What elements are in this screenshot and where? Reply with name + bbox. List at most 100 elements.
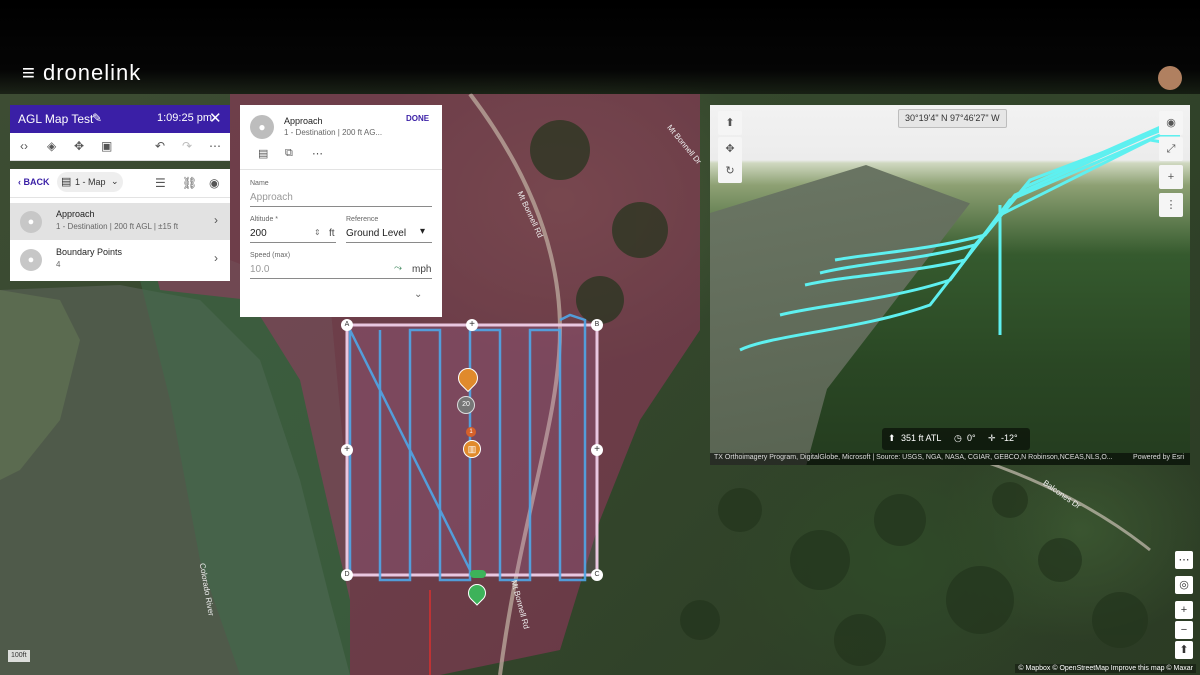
visibility-off-icon[interactable]: ◉ bbox=[1159, 111, 1183, 135]
speed-field[interactable]: 10.0 bbox=[250, 264, 269, 275]
layers-icon[interactable]: ◈ bbox=[47, 139, 56, 153]
more-icon[interactable]: ⋯ bbox=[209, 139, 221, 153]
speed-toggle-icon[interactable]: ⤳ bbox=[394, 263, 402, 274]
altitude-icon: ⬆ bbox=[888, 433, 896, 443]
redo-icon[interactable]: ↷ bbox=[182, 139, 192, 153]
speed-unit: mph bbox=[412, 264, 432, 275]
location-pin-icon: ● bbox=[20, 249, 42, 271]
app-logo: ≡ dronelink bbox=[22, 60, 141, 86]
speed-label: Speed (max) bbox=[250, 252, 291, 259]
telemetry-hud: ⬆ 351 ft ATL ◷ 0° ✛ -12° bbox=[882, 428, 1030, 450]
map-select-value: 1 - Map bbox=[75, 177, 106, 187]
stepper-icon[interactable]: ⇕ bbox=[314, 228, 321, 237]
flight-path-3d bbox=[739, 123, 1181, 352]
undo-icon[interactable]: ↶ bbox=[155, 139, 165, 153]
divider bbox=[346, 242, 432, 243]
corner-d-handle[interactable]: D bbox=[341, 569, 353, 581]
chevron-right-icon: › bbox=[214, 251, 218, 265]
altitude-readout: 351 ft ATL bbox=[901, 433, 942, 443]
divider bbox=[250, 242, 336, 243]
corner-c-handle[interactable]: C bbox=[591, 569, 603, 581]
mission-time: 1:09:25 pm bbox=[157, 112, 213, 124]
attribution-bar: TX Orthoimagery Program, DigitalGlobe, M… bbox=[710, 453, 1190, 465]
zoom-in-icon[interactable]: + bbox=[1175, 601, 1193, 619]
brand-name: dronelink bbox=[42, 60, 142, 85]
dropdown-arrow-icon[interactable]: ▾ bbox=[420, 226, 425, 237]
more-icon[interactable]: ⋯ bbox=[312, 147, 323, 160]
list-item-approach[interactable]: ● Approach 1 - Destination | 200 ft AGL … bbox=[10, 203, 230, 240]
back-button[interactable]: ‹ BACK bbox=[18, 177, 50, 187]
pan-icon[interactable]: ✥ bbox=[718, 137, 742, 161]
list-item-boundary-points[interactable]: ● Boundary Points 4 › bbox=[10, 241, 230, 278]
chevron-right-icon: › bbox=[214, 213, 218, 227]
visibility-off-icon[interactable]: ◉ bbox=[209, 176, 219, 190]
rotate-icon[interactable]: ↻ bbox=[718, 159, 742, 183]
add-point-top[interactable]: + bbox=[466, 319, 478, 331]
divider bbox=[250, 206, 432, 207]
coordinates-readout: 30°19'4" N 97°46'27" W bbox=[898, 109, 1007, 128]
more-icon[interactable]: ⋮ bbox=[1159, 193, 1183, 217]
divider bbox=[240, 169, 442, 170]
done-button[interactable]: DONE bbox=[406, 114, 429, 123]
heading-readout: 0° bbox=[967, 433, 976, 443]
powered-by: Powered by Esri bbox=[1133, 454, 1184, 461]
compass-icon[interactable]: ⬆ bbox=[718, 111, 742, 135]
location-pin-icon: ● bbox=[250, 115, 274, 139]
add-point-left[interactable]: + bbox=[341, 444, 353, 456]
altitude-unit: ft bbox=[329, 228, 335, 239]
approach-editor: ● Approach 1 - Destination | 200 ft AG..… bbox=[240, 105, 442, 317]
menu-icon[interactable]: ≡ bbox=[22, 60, 43, 85]
component-list: ‹ BACK ▤ 1 - Map ⌄ ☰ ⛓ ◉ ● Approach 1 - … bbox=[10, 169, 230, 281]
waypoint-count-badge: 20 bbox=[457, 396, 475, 414]
zoom-out-icon[interactable]: − bbox=[1175, 621, 1193, 639]
location-pin-icon: ● bbox=[20, 211, 42, 233]
copy-icon[interactable]: ⧉ bbox=[285, 147, 293, 160]
map-copyright: © Mapbox © OpenStreetMap Improve this ma… bbox=[1015, 664, 1196, 673]
add-point-right[interactable]: + bbox=[591, 444, 603, 456]
chevron-down-icon: ⌄ bbox=[111, 176, 119, 186]
compass-icon[interactable]: ⬆ bbox=[1175, 641, 1193, 659]
edit-pencil-icon[interactable]: ✎ bbox=[92, 111, 102, 125]
name-label: Name bbox=[250, 180, 269, 187]
mission-title: AGL Map Test bbox=[18, 112, 94, 126]
divider bbox=[250, 278, 432, 279]
flight-3d-view[interactable]: 30°19'4" N 97°46'27" W ⬆ ✥ ↻ ◉ ⤢ + ⋮ ⬆ 3… bbox=[710, 105, 1190, 465]
more-icon[interactable]: ⋯ bbox=[1175, 551, 1193, 569]
corner-b-handle[interactable]: B bbox=[591, 319, 603, 331]
list-icon[interactable]: ☰ bbox=[155, 176, 166, 190]
name-field[interactable]: Approach bbox=[250, 192, 293, 203]
item-detail: 4 bbox=[56, 260, 61, 269]
editor-subtitle: 1 - Destination | 200 ft AG... bbox=[284, 128, 383, 137]
pitch-readout: -12° bbox=[1001, 433, 1018, 443]
locate-icon[interactable]: ◎ bbox=[1175, 576, 1193, 594]
map-select[interactable]: ▤ 1 - Map ⌄ bbox=[57, 172, 123, 192]
zoom-in-icon[interactable]: + bbox=[1159, 165, 1183, 189]
pitch-icon: ✛ bbox=[988, 433, 996, 443]
move-icon[interactable]: ✥ bbox=[74, 139, 84, 153]
editor-title: Approach bbox=[284, 116, 323, 126]
home-badge bbox=[470, 570, 486, 578]
item-name: Approach bbox=[56, 209, 95, 219]
item-name: Boundary Points bbox=[56, 247, 123, 257]
item-detail: 1 - Destination | 200 ft AGL | ±15 ft bbox=[56, 222, 179, 231]
terminal-icon[interactable]: ▣ bbox=[101, 139, 112, 153]
camera-marker-icon[interactable]: ▥ bbox=[463, 440, 481, 458]
map-icon: ▤ bbox=[61, 176, 72, 188]
expand-chevron-icon[interactable]: ⌄ bbox=[414, 289, 422, 300]
reference-select[interactable]: Ground Level bbox=[346, 228, 406, 239]
heading-icon: ◷ bbox=[954, 433, 962, 443]
link-icon[interactable]: ⛓ bbox=[182, 176, 197, 190]
top-bar: ≡ dronelink bbox=[0, 0, 1200, 94]
list-nav-row: ‹ BACK ▤ 1 - Map ⌄ ☰ ⛓ ◉ bbox=[10, 169, 230, 198]
attribution-text: TX Orthoimagery Program, DigitalGlobe, M… bbox=[714, 454, 1113, 461]
code-icon[interactable]: ‹› bbox=[20, 139, 28, 153]
scale-bar: 100ft bbox=[8, 650, 30, 662]
marker-badge: 1 bbox=[466, 427, 476, 437]
close-icon[interactable]: ✕ bbox=[209, 109, 222, 127]
altitude-label: Altitude * bbox=[250, 216, 279, 223]
fullscreen-icon[interactable]: ⤢ bbox=[1159, 137, 1183, 161]
corner-a-handle[interactable]: A bbox=[341, 319, 353, 331]
altitude-field[interactable]: 200 bbox=[250, 228, 267, 239]
avatar[interactable] bbox=[1158, 66, 1182, 90]
map-icon[interactable]: ▤ bbox=[258, 147, 268, 160]
